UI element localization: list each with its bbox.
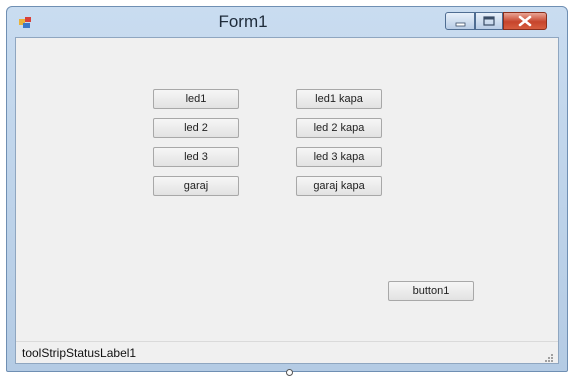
maximize-icon — [483, 16, 495, 26]
led1-kapa-button[interactable]: led1 kapa — [296, 89, 382, 109]
close-button[interactable] — [503, 12, 547, 30]
resize-handle[interactable] — [286, 369, 293, 376]
maximize-button[interactable] — [475, 12, 503, 30]
form-client-area: led1 led 2 led 3 garaj led1 kapa led 2 k… — [15, 37, 559, 364]
led3-button[interactable]: led 3 — [153, 147, 239, 167]
led2-kapa-button[interactable]: led 2 kapa — [296, 118, 382, 138]
form-window: Form1 led1 led 2 led 3 garaj led1 kapa l… — [6, 6, 568, 372]
button1[interactable]: button1 — [388, 281, 474, 301]
minimize-button[interactable] — [445, 12, 475, 30]
minimize-icon — [455, 22, 466, 27]
status-label: toolStripStatusLabel1 — [22, 346, 137, 360]
window-title: Form1 — [218, 12, 268, 31]
size-grip-icon[interactable] — [544, 350, 554, 362]
led3-kapa-button[interactable]: led 3 kapa — [296, 147, 382, 167]
led2-button[interactable]: led 2 — [153, 118, 239, 138]
title-bar[interactable]: Form1 — [7, 7, 567, 37]
garaj-button[interactable]: garaj — [153, 176, 239, 196]
led1-button[interactable]: led1 — [153, 89, 239, 109]
garaj-kapa-button[interactable]: garaj kapa — [296, 176, 382, 196]
close-icon — [518, 15, 532, 27]
status-strip: toolStripStatusLabel1 — [16, 341, 558, 363]
